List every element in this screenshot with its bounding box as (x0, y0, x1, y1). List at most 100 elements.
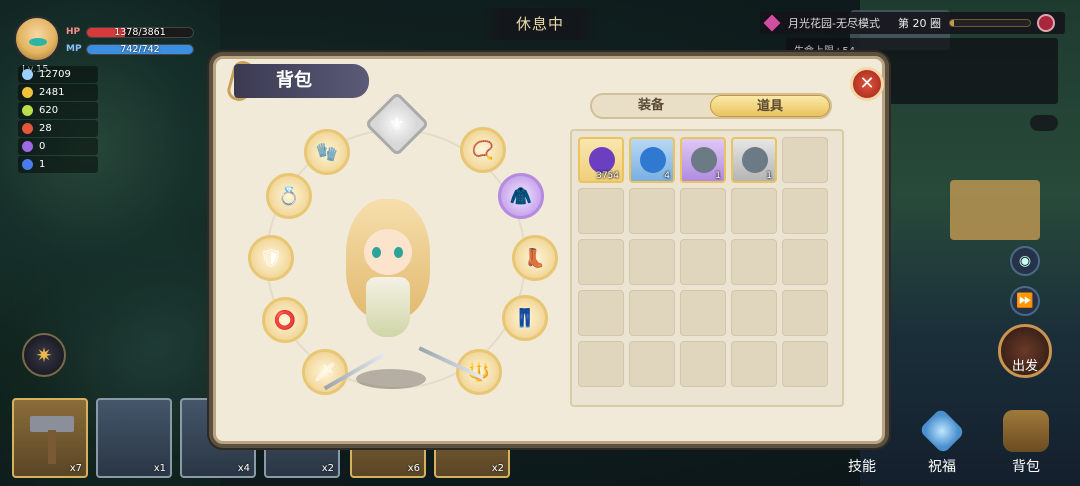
player-avatar[interactable] (14, 16, 60, 62)
inventory-slot[interactable]: 4 (629, 137, 675, 183)
slot-offhand[interactable]: 🔱 (456, 349, 502, 395)
resource-value: 620 (39, 105, 59, 116)
resource-value: 12709 (39, 69, 71, 80)
green-gem-icon (22, 105, 33, 116)
water-bottle-icon (640, 147, 666, 173)
inventory-slot-empty[interactable] (782, 290, 828, 336)
depart-label: 出发 (1011, 359, 1038, 374)
card-count: x1 (153, 463, 166, 474)
resource-list: 12709 2481 620 28 0 1 (18, 66, 98, 174)
fast-forward-icon: ⏩ (1016, 293, 1034, 309)
resource-row: 1 (18, 156, 98, 173)
hero-body (366, 277, 410, 337)
nav-bag[interactable]: 背包 (996, 410, 1056, 480)
expand-button[interactable] (1030, 115, 1058, 131)
mp-bar: 742/742 (86, 43, 194, 55)
necklace-icon: 📿 (471, 139, 495, 161)
inventory-slot-empty[interactable] (782, 239, 828, 285)
inventory-slot[interactable]: 1 (731, 137, 777, 183)
inventory-slot-empty[interactable] (680, 341, 726, 387)
slot-pants[interactable]: 👖 (502, 295, 548, 341)
mp-label: MP (66, 44, 82, 54)
stage-name: 月光花园-无尽模式 (788, 17, 880, 30)
fast-forward-button[interactable]: ⏩ (1010, 286, 1040, 316)
eye-icon: ◉ (1018, 253, 1032, 269)
gloves-icon: 🧤 (315, 141, 339, 163)
nav-blessing[interactable]: 祝福 (912, 407, 972, 480)
bag-icon (1003, 410, 1049, 452)
nav-blessing-label: 祝福 (928, 459, 956, 475)
inventory-slot-empty[interactable] (731, 341, 777, 387)
stage-buff: 生命上限+54 (794, 46, 856, 57)
slot-necklace[interactable]: 📿 (460, 127, 506, 173)
slot-armor[interactable]: 🛡 (248, 235, 294, 281)
nav-bag-label: 背包 (1012, 459, 1040, 475)
treasure-chest-icon (742, 147, 768, 173)
inventory-slot-empty[interactable] (782, 341, 828, 387)
inventory-slot-empty[interactable] (578, 341, 624, 387)
skill-wheel-button[interactable]: ✷ (22, 333, 66, 377)
inventory-slot-empty[interactable] (629, 239, 675, 285)
slot-gloves[interactable]: 🧤 (304, 129, 350, 175)
inventory-slot-empty[interactable] (731, 188, 777, 234)
inventory-slot-empty[interactable] (578, 188, 624, 234)
item-quantity: 1 (766, 171, 772, 181)
boss-icon[interactable] (1036, 14, 1055, 32)
card-count: x6 (407, 463, 420, 474)
inventory-slot-empty[interactable] (782, 137, 828, 183)
slot-bracelet[interactable]: ⭕ (262, 297, 308, 343)
inventory-grid: 3754 4 1 1 (570, 129, 844, 407)
eye-toggle-button[interactable]: ◉ (1010, 246, 1040, 276)
card-count: x2 (321, 463, 334, 474)
tab-items[interactable]: 道具 (710, 95, 830, 117)
card-slot[interactable]: x1 (96, 398, 172, 478)
mp-row: MP 742/742 (66, 42, 194, 56)
inventory-tabs: 装备 道具 (590, 93, 832, 119)
card-count: x4 (237, 463, 250, 474)
question-icon (22, 159, 33, 170)
inventory-slot[interactable]: 1 (680, 137, 726, 183)
pants-icon: 👖 (513, 307, 537, 329)
cloak-icon: 🧥 (509, 185, 533, 207)
hero-character (328, 189, 448, 399)
inventory-section: 装备 道具 3754 4 1 1 (562, 93, 844, 433)
hp-bar: 1378/3861 (86, 26, 194, 38)
inventory-slot[interactable]: 3754 (578, 137, 624, 183)
inventory-slot-empty[interactable] (578, 290, 624, 336)
slot-cloak[interactable]: 🧥 (498, 173, 544, 219)
slot-ring[interactable]: 💍 (266, 173, 312, 219)
mp-value: 742/742 (120, 43, 160, 55)
treasure-chest-icon (691, 147, 717, 173)
purple-cat-icon (22, 141, 33, 152)
resource-value: 28 (39, 123, 52, 134)
inventory-slot-empty[interactable] (680, 290, 726, 336)
bag-title: 背包 (234, 64, 369, 98)
bracelet-icon: ⭕ (273, 309, 297, 331)
inventory-slot-empty[interactable] (629, 188, 675, 234)
slot-boots[interactable]: 👢 (512, 235, 558, 281)
tab-equipment[interactable]: 装备 (592, 95, 710, 117)
inventory-slot-empty[interactable] (680, 188, 726, 234)
card-slot[interactable]: x7 (12, 398, 88, 478)
hp-label: HP (66, 27, 81, 37)
hp-row: HP 1378/3861 (66, 25, 194, 39)
inventory-slot-empty[interactable] (629, 290, 675, 336)
inventory-slot-empty[interactable] (731, 290, 777, 336)
resource-row: 12709 (18, 66, 98, 83)
close-button[interactable]: ✕ (850, 67, 884, 101)
item-quantity: 1 (715, 171, 721, 181)
inventory-slot-empty[interactable] (782, 188, 828, 234)
armor-icon: 🛡 (259, 247, 283, 269)
inventory-slot-empty[interactable] (680, 239, 726, 285)
compass-icon: ✷ (35, 343, 53, 367)
inventory-slot-empty[interactable] (731, 239, 777, 285)
status-label: 休息中 (478, 8, 602, 40)
close-icon: ✕ (859, 73, 875, 94)
depart-button[interactable]: 出发 (998, 324, 1052, 378)
inventory-slot-empty[interactable] (629, 341, 675, 387)
trident-emblem-icon: ⚜ (388, 113, 406, 135)
inventory-slot-empty[interactable] (578, 239, 624, 285)
resource-row: 0 (18, 138, 98, 155)
equipment-wheel: ⚜ 🧤 📿 💍 🧥 🛡 👢 ⭕ 👖 🗡 🔱 (226, 91, 558, 429)
hero-eye (372, 247, 381, 258)
